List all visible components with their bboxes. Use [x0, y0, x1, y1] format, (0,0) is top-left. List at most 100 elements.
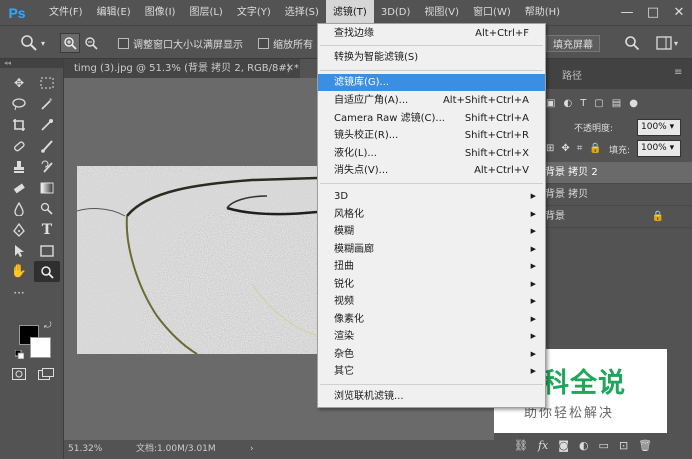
- default-colors-icon[interactable]: [14, 349, 25, 360]
- layer-name: 背景: [545, 211, 565, 222]
- menu-item-sharpen[interactable]: 锐化 ▶: [318, 276, 545, 293]
- zoom-readout[interactable]: 51.32%: [68, 440, 102, 459]
- menu-window[interactable]: 窗口(W): [466, 0, 518, 25]
- quick-mask-icon[interactable]: [12, 368, 26, 383]
- zoom-in-button[interactable]: [60, 33, 80, 53]
- magic-wand-tool-icon[interactable]: *: [34, 93, 60, 114]
- hand-tool-icon[interactable]: ✋: [6, 261, 32, 282]
- menu-item-convert-smart-filters[interactable]: 转换为智能滤镜(S): [318, 49, 545, 66]
- shape-filter-icon[interactable]: ▢: [594, 98, 603, 109]
- eraser-tool-icon[interactable]: [6, 177, 32, 198]
- path-selection-tool-icon[interactable]: [6, 240, 32, 261]
- menu-edit[interactable]: 编辑(E): [90, 0, 138, 25]
- menu-help[interactable]: 帮助(H): [518, 0, 567, 25]
- zoom-tool-icon[interactable]: [34, 261, 60, 282]
- workspace-button[interactable]: ▾: [656, 33, 678, 53]
- new-layer-icon[interactable]: ⊡: [619, 439, 628, 452]
- tab-paths[interactable]: 路径: [562, 67, 582, 82]
- screen-mode-icon[interactable]: [38, 368, 54, 383]
- zoom-all-checkbox[interactable]: 缩放所有: [258, 33, 313, 53]
- resize-windows-checkbox[interactable]: 调整窗口大小以满屏显示: [118, 33, 243, 53]
- menu-file[interactable]: 文件(F): [42, 0, 90, 25]
- adjustment-layer-icon[interactable]: ◐: [579, 439, 589, 452]
- menu-item-vanishing-point[interactable]: 消失点(V)... Alt+Ctrl+V: [318, 162, 545, 179]
- fill-field[interactable]: 100% ▾: [637, 140, 681, 157]
- layer-style-icon[interactable]: fx: [538, 439, 548, 452]
- checkbox-box[interactable]: [258, 37, 269, 49]
- menu-filter[interactable]: 滤镜(T): [325, 0, 374, 25]
- menu-item-find-edges[interactable]: 查找边缘 Alt+Ctrl+F: [318, 25, 545, 42]
- menu-item-filter-gallery[interactable]: 滤镜库(G)...: [318, 74, 545, 91]
- lasso-tool-icon[interactable]: [6, 93, 32, 114]
- fill-screen-button[interactable]: 填充屏幕: [546, 33, 600, 53]
- close-button[interactable]: ✕: [666, 0, 692, 25]
- menu-layer[interactable]: 图层(L): [182, 0, 229, 25]
- history-brush-tool-icon[interactable]: [34, 156, 60, 177]
- restore-button[interactable]: □: [640, 0, 666, 25]
- crop-tool-icon[interactable]: [6, 114, 32, 135]
- menu-select[interactable]: 选择(S): [278, 0, 326, 25]
- document-tab[interactable]: timg (3).jpg @ 51.3% (背景 拷贝 2, RGB/8#) *…: [64, 59, 300, 78]
- lock-artboard-icon[interactable]: ⌗: [577, 143, 583, 154]
- menu-item-noise[interactable]: 杂色 ▶: [318, 346, 545, 363]
- menu-item-stylize[interactable]: 风格化 ▶: [318, 206, 545, 223]
- swap-colors-icon[interactable]: ⤾: [44, 321, 52, 331]
- opacity-field[interactable]: 100% ▾: [637, 119, 681, 136]
- menu-item-lens-correction[interactable]: 镜头校正(R)... Shift+Ctrl+R: [318, 127, 545, 144]
- menu-item-camera-raw[interactable]: Camera Raw 滤镜(C)... Shift+Ctrl+A: [318, 110, 545, 127]
- menu-item-browse-filters-online[interactable]: 浏览联机滤镜...: [318, 388, 545, 405]
- menu-view[interactable]: 视图(V): [417, 0, 466, 25]
- document-tab-title: timg (3).jpg @ 51.3% (背景 拷贝 2, RGB/8#) *: [74, 63, 299, 74]
- menu-item-pixelate[interactable]: 像素化 ▶: [318, 311, 545, 328]
- eyedropper-tool-icon[interactable]: [34, 114, 60, 135]
- clone-stamp-tool-icon[interactable]: [6, 156, 32, 177]
- smart-filter-icon[interactable]: ▤: [612, 98, 621, 109]
- menu-item-video[interactable]: 视频 ▶: [318, 293, 545, 310]
- gradient-tool-icon[interactable]: [34, 177, 60, 198]
- brush-tool-icon[interactable]: [34, 135, 60, 156]
- menu-item-distort[interactable]: 扭曲 ▶: [318, 258, 545, 275]
- type-tool-icon[interactable]: T: [34, 219, 60, 240]
- tools-panel-header[interactable]: ◂◂: [0, 59, 63, 68]
- menu-item-other[interactable]: 其它 ▶: [318, 363, 545, 380]
- type-filter-icon[interactable]: T: [580, 98, 586, 109]
- menu-3d[interactable]: 3D(D): [374, 0, 418, 25]
- background-color-swatch[interactable]: [30, 337, 51, 358]
- more-tools-icon[interactable]: ···: [6, 282, 32, 303]
- lock-all-icon[interactable]: 🔒: [589, 143, 601, 154]
- image-canvas[interactable]: [76, 166, 318, 355]
- marquee-tool-icon[interactable]: [34, 72, 60, 93]
- group-icon[interactable]: ▭: [599, 439, 609, 452]
- checkbox-box[interactable]: [118, 37, 129, 49]
- zoom-out-button[interactable]: [84, 33, 98, 53]
- lock-pixels-icon[interactable]: ⊞: [546, 143, 554, 154]
- menu-item-liquify[interactable]: 液化(L)... Shift+Ctrl+X: [318, 145, 545, 162]
- menu-item-blur[interactable]: 模糊 ▶: [318, 223, 545, 240]
- pen-tool-icon[interactable]: [6, 219, 32, 240]
- filter-toggle-icon[interactable]: ●: [629, 98, 638, 109]
- blur-tool-icon[interactable]: [6, 198, 32, 219]
- minimize-button[interactable]: —: [614, 0, 640, 25]
- healing-brush-tool-icon[interactable]: [6, 135, 32, 156]
- move-tool-icon[interactable]: ✥: [6, 72, 32, 93]
- menu-item-adaptive-wide-angle[interactable]: 自适应广角(A)... Alt+Shift+Ctrl+A: [318, 92, 545, 109]
- menu-item-render[interactable]: 渲染 ▶: [318, 328, 545, 345]
- zoom-tool-preset[interactable]: ▾: [20, 33, 45, 53]
- adjustment-filter-icon[interactable]: ◐: [563, 98, 572, 109]
- rectangle-tool-icon[interactable]: [34, 240, 60, 261]
- delete-layer-icon[interactable]: 🗑: [638, 439, 652, 452]
- close-tab-icon[interactable]: ✕: [286, 59, 294, 78]
- menu-item-blur-gallery[interactable]: 模糊画廊 ▶: [318, 241, 545, 258]
- panel-menu-icon[interactable]: ≡: [674, 67, 682, 78]
- lock-position-icon[interactable]: ✥: [561, 143, 569, 154]
- search-button[interactable]: [624, 33, 640, 53]
- magnifier-icon: [21, 35, 37, 51]
- menu-image[interactable]: 图像(I): [138, 0, 183, 25]
- dodge-tool-icon[interactable]: [34, 198, 60, 219]
- chevron-right-icon[interactable]: ›: [250, 440, 254, 459]
- layer-mask-icon[interactable]: ◙: [558, 439, 569, 452]
- menu-item-3d[interactable]: 3D ▶: [318, 188, 545, 205]
- image-filter-icon[interactable]: ▣: [546, 98, 555, 109]
- menu-type[interactable]: 文字(Y): [230, 0, 278, 25]
- link-layers-icon[interactable]: ⛓: [514, 439, 528, 452]
